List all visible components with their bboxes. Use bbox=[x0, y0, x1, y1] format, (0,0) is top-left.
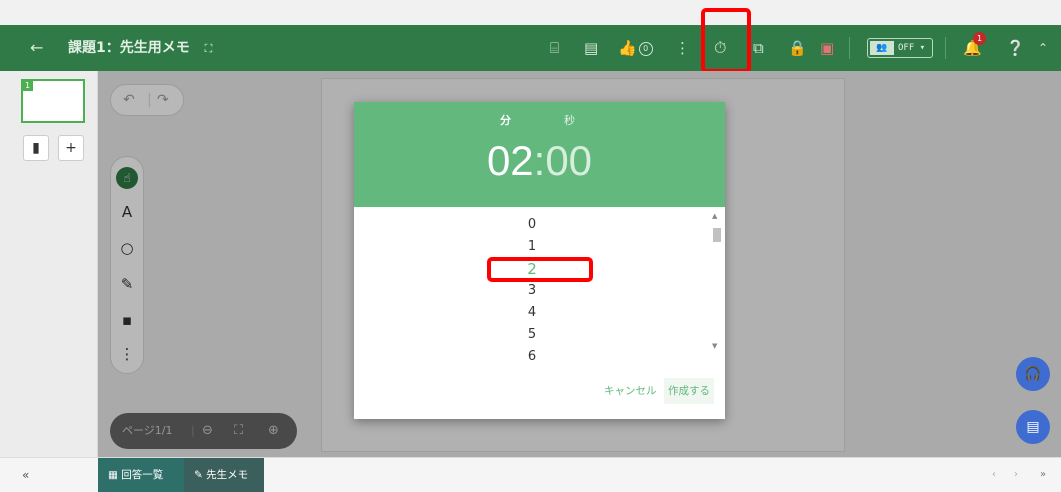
cancel-button[interactable]: キャンセル bbox=[600, 378, 661, 404]
minutes-picker-scrollbar[interactable]: ▲ ▼ bbox=[710, 208, 722, 360]
next-tab-button[interactable]: › bbox=[1014, 458, 1018, 492]
page-title-text: 課題1：先生用メモ bbox=[68, 40, 190, 56]
add-page-button[interactable]: + bbox=[58, 135, 84, 161]
help-icon[interactable]: ❔ bbox=[1006, 25, 1025, 71]
minute-option[interactable]: 5 bbox=[454, 324, 610, 346]
selection-highlight-box bbox=[487, 257, 593, 282]
bottom-bar: « ▦ 回答一覧 ✎ 先生メモ ‹ › » bbox=[0, 457, 1061, 492]
expand-pane-button[interactable]: » bbox=[1040, 458, 1046, 492]
group-mode-label: OFF ▾ bbox=[898, 43, 926, 53]
expand-icon[interactable]: ⛶ bbox=[205, 42, 213, 55]
scrollbar-thumb[interactable] bbox=[713, 228, 721, 242]
header-divider bbox=[945, 37, 946, 59]
timer-highlight-box bbox=[701, 8, 751, 73]
document-button[interactable]: ▮ bbox=[23, 135, 49, 161]
page-thumbnail-number: 1 bbox=[22, 80, 33, 91]
scroll-down-icon[interactable]: ▼ bbox=[712, 342, 717, 350]
timer-separator: : bbox=[533, 137, 546, 184]
group-icon: 👥 bbox=[870, 41, 894, 55]
page-title: 課題1：先生用メモ ⛶ bbox=[68, 25, 212, 72]
more-vert-icon[interactable]: ⋮ bbox=[675, 25, 690, 71]
header-divider bbox=[849, 37, 850, 59]
tab-notes-label: 先生メモ bbox=[206, 469, 249, 481]
like-count: 0 bbox=[638, 41, 653, 56]
minute-option[interactable]: 0 bbox=[454, 214, 610, 236]
minute-option[interactable]: 6 bbox=[454, 346, 610, 360]
notification-badge: 1 bbox=[973, 32, 986, 45]
like-button[interactable]: 👍 0 bbox=[618, 25, 653, 71]
minutes-unit-label[interactable]: 分 bbox=[500, 112, 511, 128]
create-button[interactable]: 作成する bbox=[664, 378, 714, 404]
minute-option[interactable]: 1 bbox=[454, 236, 610, 258]
collapse-up-icon[interactable]: ⌃ bbox=[1038, 25, 1048, 71]
page-list-pane bbox=[0, 71, 98, 457]
timer-dialog-header: 分 秒 02:00 bbox=[354, 102, 725, 207]
lock-icon[interactable]: 🔒 bbox=[788, 25, 807, 71]
timer-display: 02:00 bbox=[354, 137, 725, 185]
headset-icon: 🎧 bbox=[1024, 366, 1042, 382]
seconds-unit-label[interactable]: 秒 bbox=[564, 112, 575, 128]
tab-answers-label: 回答一覧 bbox=[121, 469, 164, 481]
chat-icon: ▤ bbox=[1026, 419, 1040, 435]
minute-option[interactable]: 4 bbox=[454, 302, 610, 324]
minutes-picker-list[interactable]: 0 1 2 3 4 5 6 bbox=[454, 210, 610, 360]
scroll-up-icon[interactable]: ▲ bbox=[712, 212, 717, 220]
group-mode-toggle[interactable]: 👥 OFF ▾ bbox=[867, 38, 933, 58]
note-icon: ✎ bbox=[194, 469, 203, 481]
minute-option[interactable]: 3 bbox=[454, 280, 610, 302]
chat-button[interactable]: ▤ bbox=[1016, 410, 1050, 444]
timer-seconds[interactable]: 00 bbox=[545, 137, 592, 184]
screen-share-icon[interactable]: ⧉ bbox=[753, 25, 764, 71]
thumbs-up-icon: 👍 bbox=[618, 39, 637, 57]
collapse-pane-button[interactable]: « bbox=[22, 458, 29, 492]
support-button[interactable]: 🎧 bbox=[1016, 357, 1050, 391]
tab-teacher-notes[interactable]: ✎ 先生メモ bbox=[184, 458, 264, 492]
timer-minutes[interactable]: 02 bbox=[487, 137, 534, 184]
comment-icon[interactable]: ▤ bbox=[584, 25, 598, 71]
app-header: ← 課題1：先生用メモ ⛶ ⌸ ▤ 👍 0 ⋮ ⏱ ⧉ 🔒 ▣ 👥 OFF ▾ 🔔… bbox=[0, 25, 1061, 71]
grid-icon: ▦ bbox=[108, 469, 118, 481]
prev-tab-button[interactable]: ‹ bbox=[992, 458, 996, 492]
presentation-icon[interactable]: ⌸ bbox=[550, 25, 559, 71]
document-icon: ▮ bbox=[32, 140, 40, 156]
arrow-left-icon[interactable]: ← bbox=[30, 25, 43, 71]
hide-screen-icon[interactable]: ▣ bbox=[820, 25, 834, 71]
tab-answers[interactable]: ▦ 回答一覧 bbox=[98, 458, 184, 492]
